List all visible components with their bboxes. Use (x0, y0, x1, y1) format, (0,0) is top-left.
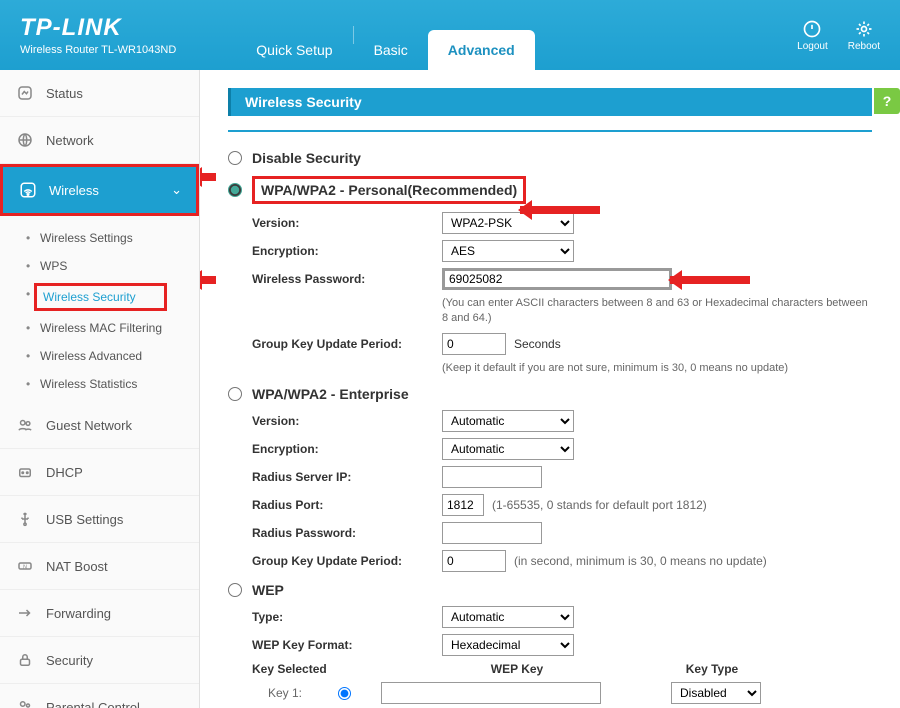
password-note: (You can enter ASCII characters between … (442, 296, 872, 327)
wep-type-select[interactable]: Automatic (442, 606, 574, 628)
radio-wpa-personal[interactable] (228, 183, 242, 197)
wpa-enterprise-label: WPA/WPA2 - Enterprise (252, 386, 409, 402)
radius-port-label: Radius Port: (252, 498, 442, 512)
status-icon (14, 82, 36, 104)
sidebar-item-security[interactable]: Security (0, 637, 199, 684)
sidebar-item-forwarding[interactable]: Forwarding (0, 590, 199, 637)
guest-icon (14, 414, 36, 436)
radio-wep[interactable] (228, 583, 242, 597)
annotation-arrow (200, 276, 216, 284)
gkup-note: (Keep it default if you are not sure, mi… (442, 361, 872, 376)
ent-gkup-input[interactable] (442, 550, 506, 572)
reboot-icon (854, 19, 874, 39)
logout-button[interactable]: Logout (797, 19, 828, 52)
sidebar-item-status[interactable]: Status (0, 70, 199, 117)
sidebar-item-network[interactable]: Network (0, 117, 199, 164)
logo-area: TP-LINK Wireless Router TL-WR1043ND (20, 14, 176, 56)
usb-icon (14, 508, 36, 530)
chevron-down-icon: ⌄ (171, 182, 182, 198)
subitem-wireless-advanced[interactable]: Wireless Advanced (40, 342, 185, 370)
radio-disable-security[interactable] (228, 151, 242, 165)
ent-encryption-select[interactable]: Automatic (442, 438, 574, 460)
nat-icon: N (14, 555, 36, 577)
lock-icon (14, 649, 36, 671)
subitem-wps[interactable]: WPS (40, 252, 185, 280)
brand-logo: TP-LINK (20, 14, 176, 42)
sidebar-item-nat-boost[interactable]: NNAT Boost (0, 543, 199, 590)
wifi-icon (17, 179, 39, 201)
radius-pw-input[interactable] (442, 522, 542, 544)
ent-version-label: Version: (252, 414, 442, 428)
radius-port-input[interactable] (442, 494, 484, 516)
power-icon (802, 19, 822, 39)
sidebar-item-wireless[interactable]: Wireless⌄ (0, 164, 199, 216)
subitem-wireless-settings[interactable]: Wireless Settings (40, 224, 185, 252)
tab-advanced[interactable]: Advanced (428, 30, 535, 70)
help-button[interactable]: ? (874, 88, 900, 114)
dhcp-icon (14, 461, 36, 483)
radius-ip-input[interactable] (442, 466, 542, 488)
tab-quick-setup[interactable]: Quick Setup (236, 30, 352, 70)
radio-wpa-enterprise[interactable] (228, 387, 242, 401)
wep-key1-radio[interactable] (338, 687, 351, 700)
wireless-password-input[interactable] (442, 268, 672, 290)
sidebar-item-dhcp[interactable]: DHCP (0, 449, 199, 496)
wireless-submenu: Wireless Settings WPS Wireless Security … (0, 216, 199, 402)
radius-ip-label: Radius Server IP: (252, 470, 442, 484)
page-title: Wireless Security ? (228, 88, 872, 116)
divider (228, 130, 872, 132)
subitem-wireless-security[interactable]: Wireless Security (40, 280, 185, 314)
gkup-label: Group Key Update Period: (252, 337, 442, 351)
encryption-select[interactable]: AES (442, 240, 574, 262)
reboot-button[interactable]: Reboot (848, 19, 880, 52)
sidebar-item-guest-network[interactable]: Guest Network (0, 402, 199, 449)
annotation-arrow (520, 206, 600, 214)
subitem-mac-filtering[interactable]: Wireless MAC Filtering (40, 314, 185, 342)
ent-gkup-note: (in second, minimum is 30, 0 means no up… (514, 554, 767, 568)
annotation-arrow (670, 276, 750, 284)
encryption-label: Encryption: (252, 244, 442, 258)
top-header: TP-LINK Wireless Router TL-WR1043ND Quic… (0, 0, 900, 70)
wep-table-header: Key SelectedWEP KeyKey Type (252, 662, 872, 676)
ent-gkup-label: Group Key Update Period: (252, 554, 442, 568)
password-label: Wireless Password: (252, 272, 442, 286)
ent-encryption-label: Encryption: (252, 442, 442, 456)
option-disable-security: Disable Security (228, 150, 872, 166)
version-label: Version: (252, 216, 442, 230)
tab-basic[interactable]: Basic (354, 30, 428, 70)
wep-format-label: WEP Key Format: (252, 638, 442, 652)
sidebar: Status Network Wireless⌄ Wireless Settin… (0, 70, 200, 708)
svg-text:N: N (23, 564, 27, 570)
sidebar-item-usb[interactable]: USB Settings (0, 496, 199, 543)
forward-icon (14, 602, 36, 624)
annotation-arrow (200, 173, 216, 181)
disable-security-label: Disable Security (252, 150, 361, 166)
gkup-unit: Seconds (514, 337, 561, 351)
option-wpa-enterprise: WPA/WPA2 - Enterprise Version:Automatic … (228, 386, 872, 572)
wep-key-row-1: Key 1:Disabled (268, 682, 872, 704)
wep-key1-type[interactable]: Disabled (671, 682, 761, 704)
parental-icon (14, 696, 36, 708)
option-wep: WEP Type:Automatic WEP Key Format:Hexade… (228, 582, 872, 708)
radius-port-note: (1-65535, 0 stands for default port 1812… (492, 498, 707, 512)
radius-pw-label: Radius Password: (252, 526, 442, 540)
subitem-wireless-statistics[interactable]: Wireless Statistics (40, 370, 185, 398)
wep-type-label: Type: (252, 610, 442, 624)
wep-label: WEP (252, 582, 284, 598)
ent-version-select[interactable]: Automatic (442, 410, 574, 432)
sidebar-item-parental[interactable]: Parental Control (0, 684, 199, 708)
main-tabs: Quick Setup Basic Advanced (236, 0, 534, 70)
content-area: Wireless Security ? Disable Security WPA… (200, 70, 900, 708)
wpa-personal-label: WPA/WPA2 - Personal(Recommended) (252, 176, 526, 204)
gkup-input[interactable] (442, 333, 506, 355)
wep-format-select[interactable]: Hexadecimal (442, 634, 574, 656)
globe-icon (14, 129, 36, 151)
model-label: Wireless Router TL-WR1043ND (20, 44, 176, 56)
wep-key1-input[interactable] (381, 682, 601, 704)
